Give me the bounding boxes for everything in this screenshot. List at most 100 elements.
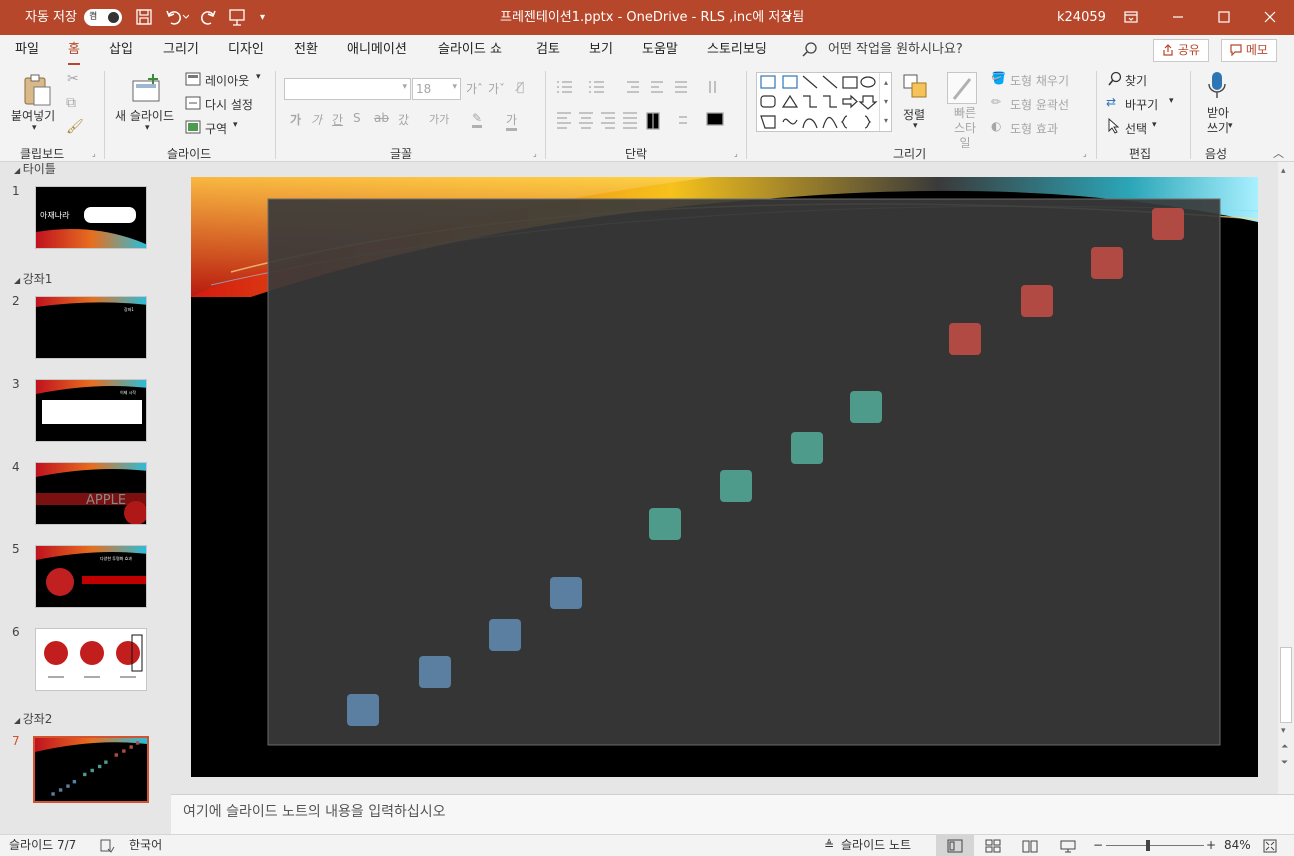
- increase-font-icon[interactable]: 가ˆ: [466, 80, 483, 97]
- notes-placeholder[interactable]: 여기에 슬라이드 노트의 내용을 입력하십시오: [183, 801, 446, 821]
- tab-review[interactable]: 검토: [536, 35, 560, 65]
- slide-square[interactable]: [489, 619, 521, 651]
- underline-icon[interactable]: 간: [332, 111, 343, 128]
- section-button[interactable]: 구역: [205, 120, 227, 137]
- start-slideshow-icon[interactable]: [228, 0, 246, 35]
- gallery-scroll[interactable]: ▴ ▾ ▾: [879, 73, 892, 131]
- slide-square[interactable]: [419, 656, 451, 688]
- maximize-icon[interactable]: [1201, 0, 1247, 35]
- redo-icon[interactable]: [199, 0, 217, 35]
- search-icon[interactable]: [802, 35, 818, 65]
- paste-dropdown-icon[interactable]: ▾: [32, 123, 37, 133]
- shadow-icon[interactable]: S: [353, 111, 361, 125]
- tab-help[interactable]: 도움말: [642, 35, 678, 65]
- quick-styles-icon[interactable]: [947, 72, 977, 104]
- zoom-slider-thumb[interactable]: [1146, 840, 1150, 851]
- slide-square[interactable]: [1021, 285, 1053, 317]
- select-button[interactable]: 선택: [1125, 120, 1147, 137]
- tab-slideshow[interactable]: 슬라이드 쇼: [438, 35, 502, 65]
- slide-square[interactable]: [347, 694, 379, 726]
- slide-square[interactable]: [949, 323, 981, 355]
- format-painter-icon[interactable]: 🖌: [66, 119, 84, 135]
- highlight-icon[interactable]: ✎: [472, 111, 483, 128]
- slide-thumbnail-6[interactable]: [35, 628, 147, 691]
- tab-transitions[interactable]: 전환: [294, 35, 318, 65]
- replace-dropdown-icon[interactable]: ▾: [1169, 96, 1174, 106]
- shape-fill-button[interactable]: 도형 채우기: [1010, 72, 1069, 89]
- spelling-icon[interactable]: [99, 835, 115, 856]
- cut-icon[interactable]: ✂: [67, 71, 79, 87]
- language-indicator[interactable]: 한국어: [129, 835, 162, 856]
- slide-square[interactable]: [1091, 247, 1123, 279]
- paragraph-launcher-icon[interactable]: ⌟: [734, 149, 738, 158]
- slide-square[interactable]: [850, 391, 882, 423]
- slide-sorter-icon[interactable]: [985, 835, 1001, 856]
- tab-home[interactable]: 홈: [68, 35, 80, 65]
- title-dropdown-icon[interactable]: ▾: [786, 0, 791, 35]
- bold-icon[interactable]: 가: [290, 111, 301, 128]
- paste-icon[interactable]: [22, 73, 52, 110]
- select-dropdown-icon[interactable]: ▾: [1152, 120, 1157, 130]
- normal-view-icon[interactable]: [936, 835, 974, 856]
- slide-thumbnail-5[interactable]: 다양한 투명화 효과: [35, 545, 147, 608]
- select-icon[interactable]: [1107, 117, 1120, 137]
- next-slide-icon[interactable]: ⏷: [1281, 758, 1288, 768]
- undo-icon[interactable]: [165, 0, 190, 35]
- notes-toggle-button[interactable]: 슬라이드 노트: [841, 835, 911, 856]
- shape-fill-icon[interactable]: 🪣: [991, 71, 1006, 85]
- find-icon[interactable]: [1107, 71, 1123, 90]
- fit-to-window-icon[interactable]: [1263, 835, 1277, 856]
- slide-square[interactable]: [649, 508, 681, 540]
- microphone-icon[interactable]: [1207, 71, 1227, 104]
- shape-outline-icon[interactable]: ✏: [991, 95, 1001, 109]
- slide-thumbnail-2[interactable]: 강좌1: [35, 296, 147, 359]
- arrange-icon[interactable]: [902, 73, 930, 104]
- shape-effects-button[interactable]: 도형 효과: [1010, 120, 1058, 137]
- tab-storyboarding[interactable]: 스토리보딩: [707, 35, 767, 65]
- strikethrough-icon[interactable]: ab: [374, 111, 389, 125]
- copy-icon[interactable]: ⧉: [66, 95, 76, 111]
- arrange-dropdown-icon[interactable]: ▾: [913, 121, 918, 131]
- slide-square[interactable]: [791, 432, 823, 464]
- decrease-font-icon[interactable]: 가ˇ: [488, 80, 505, 97]
- shapes-gallery[interactable]: ▴ ▾ ▾: [756, 72, 892, 132]
- tab-animations[interactable]: 애니메이션: [347, 35, 407, 65]
- font-launcher-icon[interactable]: ⌟: [533, 149, 537, 158]
- scroll-down-icon[interactable]: ▾: [1281, 726, 1286, 736]
- slideshow-view-icon[interactable]: [1060, 835, 1076, 856]
- section-header-2[interactable]: ◢ 강좌2: [14, 710, 52, 727]
- reset-icon[interactable]: [185, 96, 201, 113]
- tab-view[interactable]: 보기: [589, 35, 613, 65]
- slide-square[interactable]: [720, 470, 752, 502]
- section-icon[interactable]: [185, 120, 201, 137]
- dictate-dropdown-icon[interactable]: ▾: [1228, 121, 1233, 131]
- previous-slide-icon[interactable]: ⏶: [1281, 742, 1288, 752]
- change-case-icon[interactable]: 가가: [429, 111, 449, 127]
- slide-thumbnail-3[interactable]: 이제 시작: [35, 379, 147, 442]
- clipboard-launcher-icon[interactable]: ⌟: [92, 149, 96, 158]
- ribbon-display-icon[interactable]: [1108, 0, 1154, 35]
- autosave-toggle[interactable]: 켬: [84, 9, 122, 26]
- slide-square[interactable]: [550, 577, 582, 609]
- zoom-slider[interactable]: [1106, 840, 1204, 851]
- zoom-in-icon[interactable]: +: [1206, 835, 1216, 856]
- slide-thumbnail-7[interactable]: [33, 736, 149, 803]
- vertical-scrollbar[interactable]: ▴ ▾ ⏶ ⏷: [1278, 162, 1294, 794]
- clear-formatting-icon[interactable]: 가̸: [517, 80, 524, 94]
- tab-draw[interactable]: 그리기: [163, 35, 199, 65]
- layout-icon[interactable]: [185, 72, 201, 89]
- minimize-icon[interactable]: [1155, 0, 1201, 35]
- scroll-up-icon[interactable]: ▴: [1281, 166, 1286, 176]
- new-slide-icon[interactable]: [131, 73, 163, 106]
- new-slide-dropdown-icon[interactable]: ▾: [145, 123, 150, 133]
- paste-button[interactable]: 붙여넣기: [11, 107, 55, 124]
- notes-toggle-icon[interactable]: ≜: [824, 835, 834, 856]
- char-spacing-icon[interactable]: 갔: [398, 111, 409, 128]
- current-slide[interactable]: [191, 177, 1258, 777]
- shape-outline-button[interactable]: 도형 윤곽선: [1010, 96, 1069, 113]
- layout-button[interactable]: 레이아웃: [205, 72, 249, 89]
- reset-button[interactable]: 다시 설정: [205, 96, 253, 113]
- zoom-level[interactable]: 84%: [1224, 835, 1251, 856]
- tell-me-search[interactable]: 어떤 작업을 원하시나요?: [828, 35, 963, 65]
- italic-icon[interactable]: 가: [311, 111, 322, 128]
